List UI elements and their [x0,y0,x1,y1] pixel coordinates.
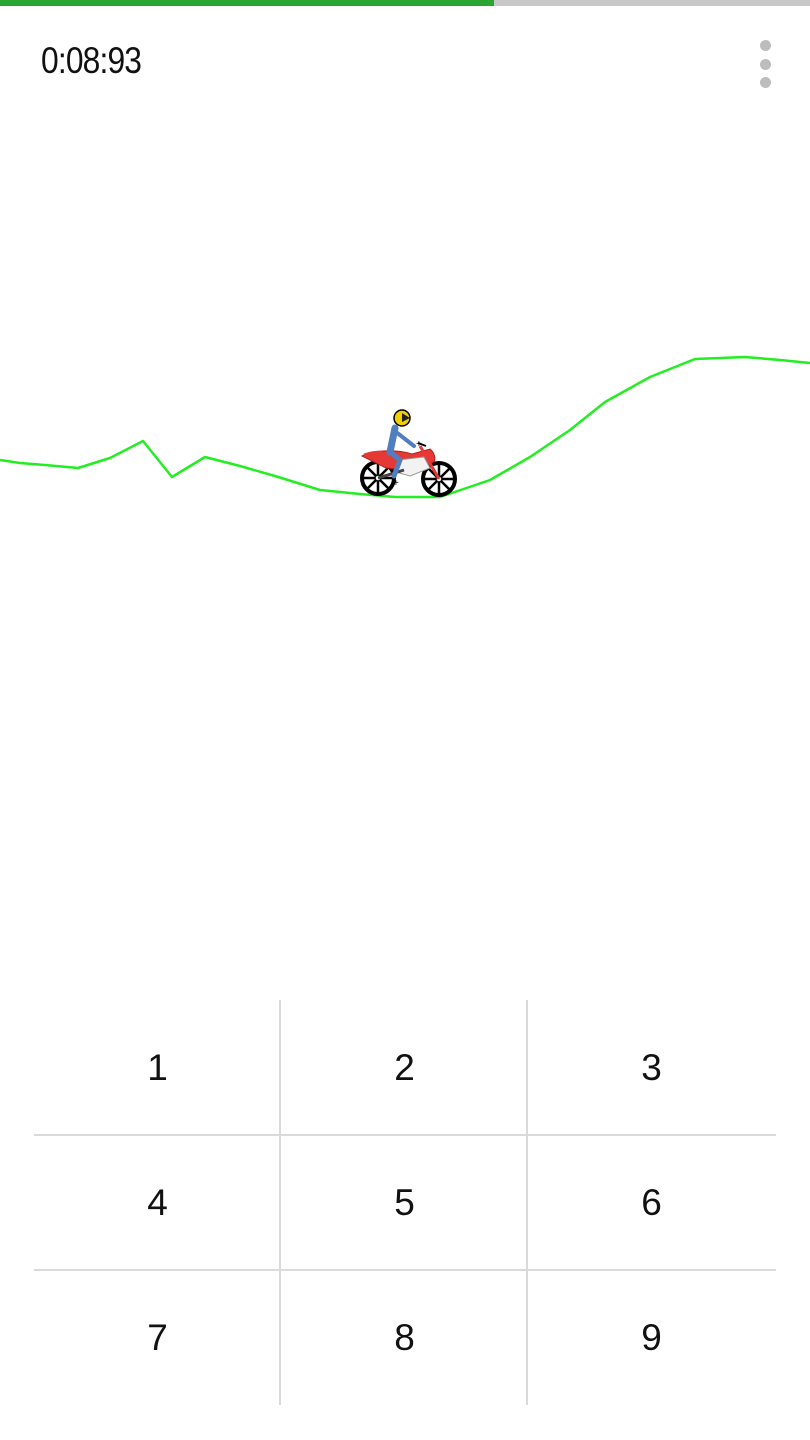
key-1[interactable]: 1 [34,1000,281,1135]
terrain-line [0,355,810,499]
key-6[interactable]: 6 [528,1135,775,1270]
key-8[interactable]: 8 [281,1270,528,1405]
svg-text:+: + [416,439,422,450]
key-3[interactable]: 3 [528,1000,775,1135]
game-canvas: + + [0,355,810,499]
keypad-divider [279,1000,281,1405]
key-5[interactable]: 5 [281,1135,528,1270]
keypad-divider [34,1269,776,1271]
svg-text:+: + [393,478,399,489]
keypad-divider [34,1134,776,1136]
key-9[interactable]: 9 [528,1270,775,1405]
key-4[interactable]: 4 [34,1135,281,1270]
number-keypad: 1 2 3 4 5 6 7 8 9 [34,1000,776,1405]
motorbike-rider-icon: + + [360,409,457,497]
key-2[interactable]: 2 [281,1000,528,1135]
keypad-divider [526,1000,528,1405]
key-7[interactable]: 7 [34,1270,281,1405]
